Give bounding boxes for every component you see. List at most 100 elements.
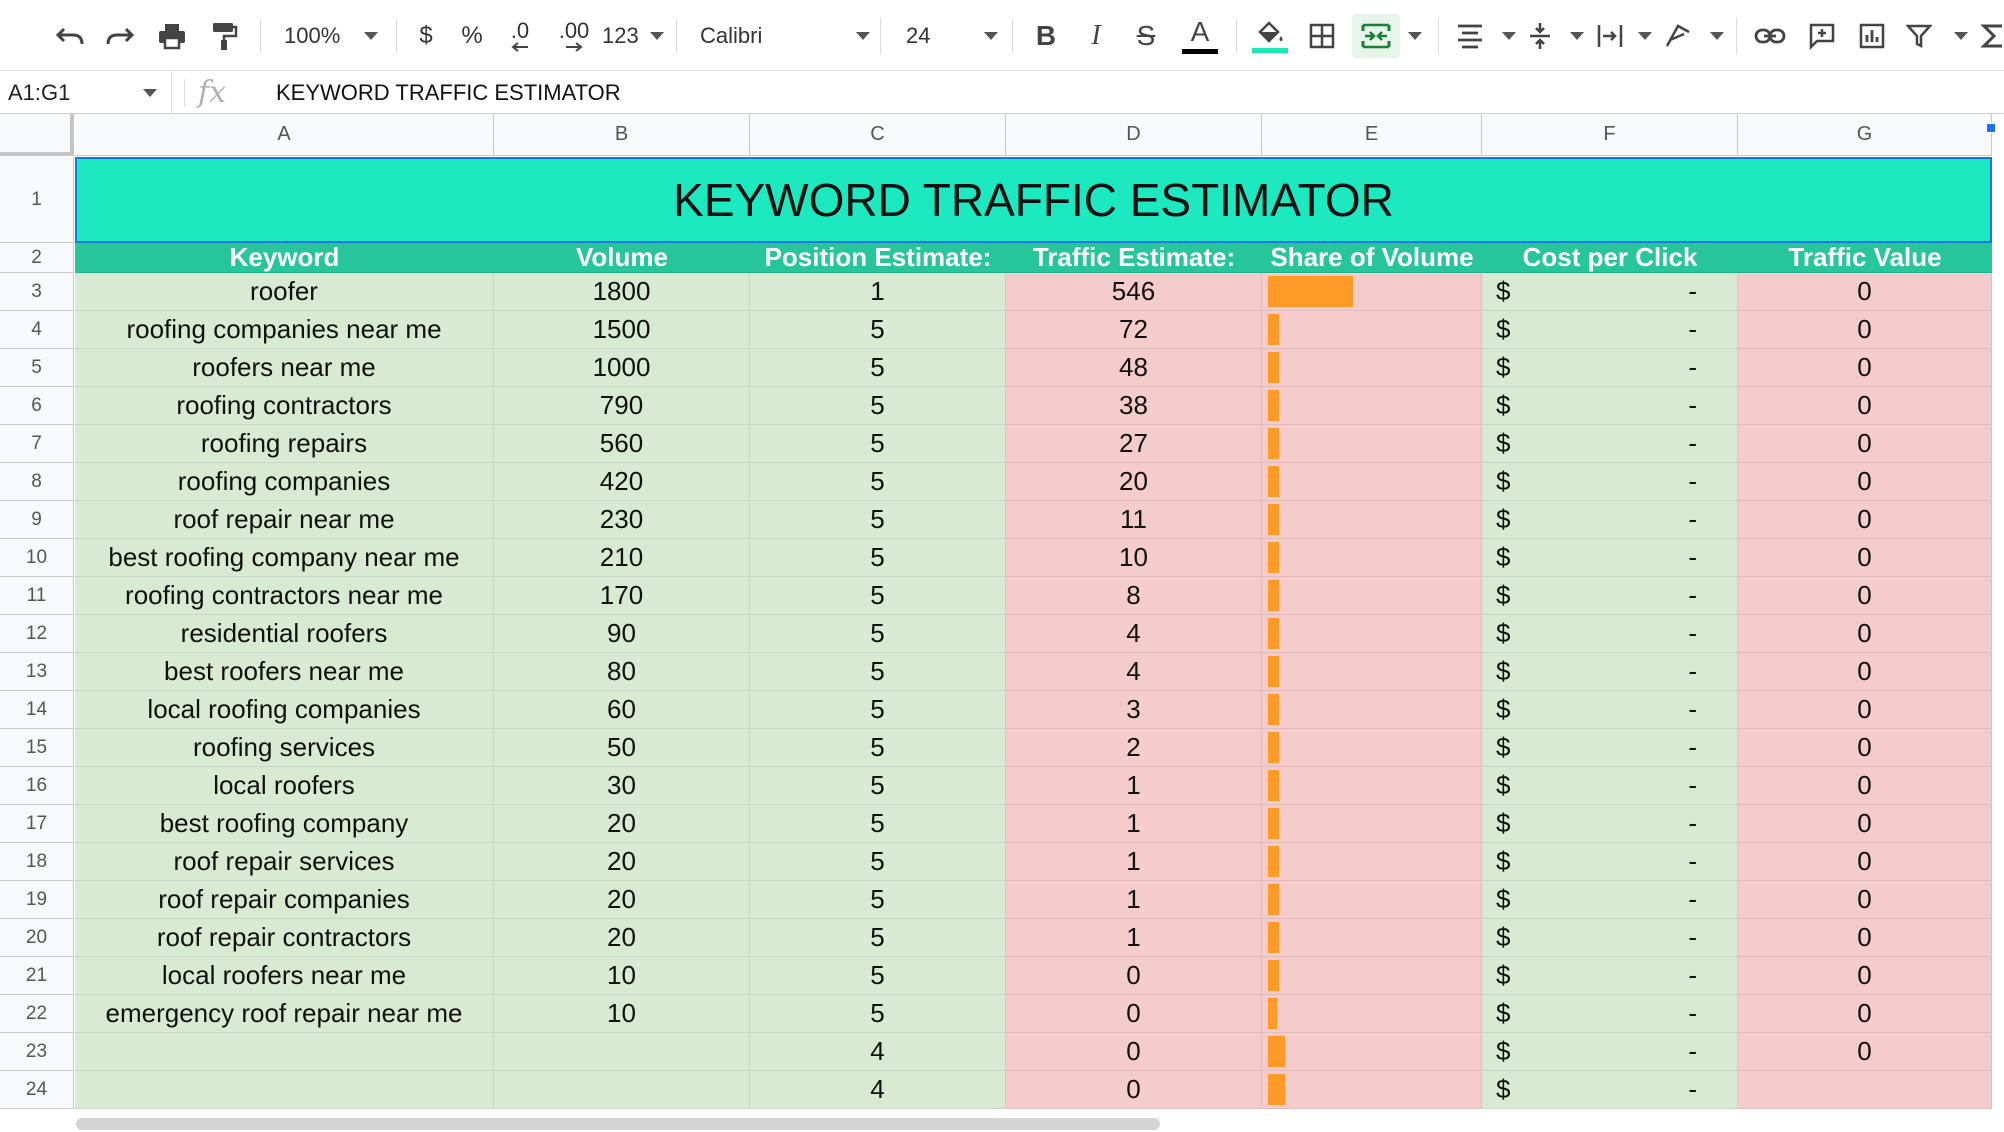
cost-per-click-cell[interactable]: $ - xyxy=(1482,1033,1738,1071)
increase-decimal-button[interactable]: .00 xyxy=(552,14,596,58)
insert-chart-icon[interactable] xyxy=(1852,14,1892,58)
redo-icon[interactable] xyxy=(100,14,140,58)
position-estimate-cell[interactable]: 1 xyxy=(750,273,1006,311)
header-cell-keyword[interactable]: Keyword xyxy=(75,243,494,273)
keyword-cell[interactable]: roofing services xyxy=(75,729,494,767)
traffic-estimate-cell[interactable]: 0 xyxy=(1006,957,1262,995)
cost-per-click-cell[interactable]: $ - xyxy=(1482,501,1738,539)
traffic-estimate-cell[interactable]: 10 xyxy=(1006,539,1262,577)
traffic-value-cell[interactable]: 0 xyxy=(1738,805,1992,843)
row-header-15[interactable]: 15 xyxy=(0,729,74,767)
row-header-18[interactable]: 18 xyxy=(0,843,74,881)
share-of-volume-cell[interactable] xyxy=(1262,1033,1482,1071)
volume-cell[interactable]: 1500 xyxy=(494,311,750,349)
cost-per-click-cell[interactable]: $ - xyxy=(1482,767,1738,805)
traffic-value-cell[interactable]: 0 xyxy=(1738,957,1992,995)
traffic-value-cell[interactable]: 0 xyxy=(1738,463,1992,501)
volume-cell[interactable]: 60 xyxy=(494,691,750,729)
cost-per-click-cell[interactable]: $ - xyxy=(1482,805,1738,843)
traffic-value-cell[interactable]: 0 xyxy=(1738,691,1992,729)
traffic-estimate-cell[interactable]: 27 xyxy=(1006,425,1262,463)
volume-cell[interactable]: 210 xyxy=(494,539,750,577)
keyword-cell[interactable]: roofing contractors xyxy=(75,387,494,425)
position-estimate-cell[interactable]: 5 xyxy=(750,501,1006,539)
keyword-cell[interactable]: best roofers near me xyxy=(75,653,494,691)
position-estimate-cell[interactable]: 4 xyxy=(750,1033,1006,1071)
keyword-cell[interactable]: roof repair companies xyxy=(75,881,494,919)
traffic-value-cell[interactable]: 0 xyxy=(1738,729,1992,767)
volume-cell[interactable] xyxy=(494,1071,750,1109)
share-of-volume-cell[interactable] xyxy=(1262,843,1482,881)
traffic-value-cell[interactable]: 0 xyxy=(1738,539,1992,577)
row-header-3[interactable]: 3 xyxy=(0,273,74,311)
traffic-estimate-cell[interactable]: 0 xyxy=(1006,1033,1262,1071)
keyword-cell[interactable]: roofing repairs xyxy=(75,425,494,463)
traffic-estimate-cell[interactable]: 4 xyxy=(1006,653,1262,691)
row-header-22[interactable]: 22 xyxy=(0,995,74,1033)
share-of-volume-cell[interactable] xyxy=(1262,387,1482,425)
share-of-volume-cell[interactable] xyxy=(1262,539,1482,577)
keyword-cell[interactable]: roof repair near me xyxy=(75,501,494,539)
share-of-volume-cell[interactable] xyxy=(1262,425,1482,463)
volume-cell[interactable]: 20 xyxy=(494,805,750,843)
traffic-value-cell[interactable]: 0 xyxy=(1738,615,1992,653)
select-all-corner[interactable] xyxy=(0,114,74,156)
row-header-20[interactable]: 20 xyxy=(0,919,74,957)
cost-per-click-cell[interactable]: $ - xyxy=(1482,425,1738,463)
cost-per-click-cell[interactable]: $ - xyxy=(1482,843,1738,881)
merge-options-dropdown[interactable] xyxy=(1404,14,1426,58)
row-header-12[interactable]: 12 xyxy=(0,615,74,653)
traffic-estimate-cell[interactable]: 546 xyxy=(1006,273,1262,311)
column-header-b[interactable]: B xyxy=(494,114,750,156)
name-box[interactable]: A1:G1 xyxy=(0,71,172,114)
vertical-align-button[interactable] xyxy=(1528,14,1584,58)
share-of-volume-cell[interactable] xyxy=(1262,957,1482,995)
header-cell-traffic[interactable]: Traffic Estimate: xyxy=(1006,243,1262,273)
horizontal-align-button[interactable] xyxy=(1456,14,1516,58)
position-estimate-cell[interactable]: 5 xyxy=(750,539,1006,577)
share-of-volume-cell[interactable] xyxy=(1262,1071,1482,1109)
column-header-a[interactable]: A xyxy=(75,114,494,156)
cost-per-click-cell[interactable]: $ - xyxy=(1482,653,1738,691)
position-estimate-cell[interactable]: 5 xyxy=(750,691,1006,729)
row-header-5[interactable]: 5 xyxy=(0,349,74,387)
traffic-value-cell[interactable]: 0 xyxy=(1738,387,1992,425)
share-of-volume-cell[interactable] xyxy=(1262,615,1482,653)
cost-per-click-cell[interactable]: $ - xyxy=(1482,615,1738,653)
row-header-10[interactable]: 10 xyxy=(0,539,74,577)
italic-button[interactable]: I xyxy=(1076,14,1116,58)
position-estimate-cell[interactable]: 5 xyxy=(750,387,1006,425)
header-cell-share[interactable]: Share of Volume xyxy=(1262,243,1482,273)
share-of-volume-cell[interactable] xyxy=(1262,463,1482,501)
volume-cell[interactable]: 50 xyxy=(494,729,750,767)
position-estimate-cell[interactable]: 5 xyxy=(750,957,1006,995)
cost-per-click-cell[interactable]: $ - xyxy=(1482,463,1738,501)
position-estimate-cell[interactable]: 5 xyxy=(750,729,1006,767)
keyword-cell[interactable]: roofers near me xyxy=(75,349,494,387)
cost-per-click-cell[interactable]: $ - xyxy=(1482,387,1738,425)
keyword-cell[interactable]: local roofing companies xyxy=(75,691,494,729)
traffic-estimate-cell[interactable]: 48 xyxy=(1006,349,1262,387)
formula-input[interactable]: KEYWORD TRAFFIC ESTIMATOR xyxy=(276,71,621,114)
traffic-estimate-cell[interactable]: 72 xyxy=(1006,311,1262,349)
traffic-estimate-cell[interactable]: 1 xyxy=(1006,805,1262,843)
traffic-value-cell[interactable]: 0 xyxy=(1738,501,1992,539)
header-cell-cpc[interactable]: Cost per Click xyxy=(1482,243,1738,273)
traffic-estimate-cell[interactable]: 38 xyxy=(1006,387,1262,425)
column-header-f[interactable]: F xyxy=(1482,114,1738,156)
cost-per-click-cell[interactable]: $ - xyxy=(1482,311,1738,349)
position-estimate-cell[interactable]: 5 xyxy=(750,881,1006,919)
keyword-cell[interactable] xyxy=(75,1071,494,1109)
column-header-e[interactable]: E xyxy=(1262,114,1482,156)
row-header-6[interactable]: 6 xyxy=(0,387,74,425)
keyword-cell[interactable]: local roofers near me xyxy=(75,957,494,995)
position-estimate-cell[interactable]: 5 xyxy=(750,577,1006,615)
volume-cell[interactable]: 90 xyxy=(494,615,750,653)
position-estimate-cell[interactable]: 5 xyxy=(750,919,1006,957)
cost-per-click-cell[interactable]: $ - xyxy=(1482,349,1738,387)
row-header-19[interactable]: 19 xyxy=(0,881,74,919)
share-of-volume-cell[interactable] xyxy=(1262,691,1482,729)
volume-cell[interactable]: 10 xyxy=(494,995,750,1033)
position-estimate-cell[interactable]: 4 xyxy=(750,1071,1006,1109)
font-select[interactable]: Calibri xyxy=(700,14,870,58)
